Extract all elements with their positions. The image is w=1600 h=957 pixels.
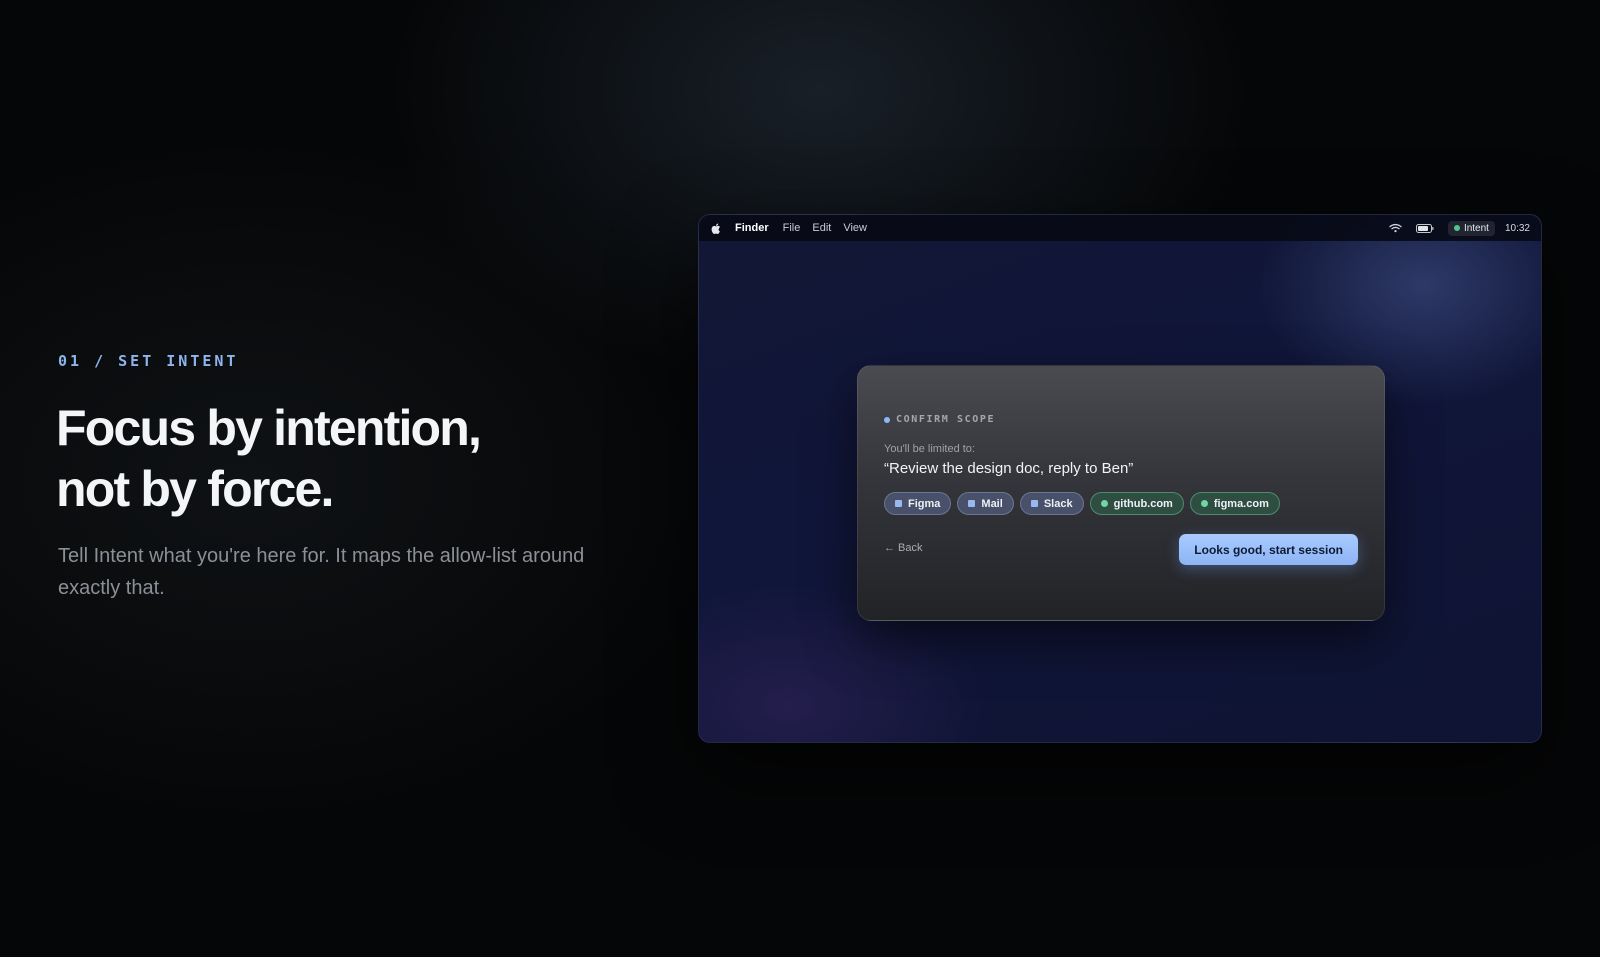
headline-line-2: not by force. xyxy=(56,461,334,517)
wifi-icon[interactable] xyxy=(1389,223,1402,233)
intent-status-label: Intent xyxy=(1463,222,1489,234)
site-dot-icon xyxy=(1200,500,1208,507)
section-eyebrow: 01 / SET INTENT xyxy=(58,352,239,370)
chip-label: Mail xyxy=(981,497,1003,510)
intent-status-pill[interactable]: Intent xyxy=(1447,220,1495,236)
apple-icon[interactable] xyxy=(711,222,721,234)
back-label: Back xyxy=(898,542,923,554)
back-button[interactable]: ← Back xyxy=(884,542,922,554)
scope-chip-github[interactable]: github.com xyxy=(1089,492,1184,515)
chip-label: Figma xyxy=(908,497,941,510)
chip-label: Slack xyxy=(1043,497,1073,510)
intent-quote: “Review the design doc, reply to Ben” xyxy=(884,460,1134,477)
hero-subcopy: Tell Intent what you're here for. It map… xyxy=(58,545,585,599)
menu-bar: Finder File Edit View Intent 10:32 xyxy=(699,215,1541,241)
menu-edit[interactable]: Edit xyxy=(812,222,831,234)
desktop-mockup: Finder File Edit View Intent 10:32 CONFI… xyxy=(698,214,1542,743)
scope-chip-slack[interactable]: Slack xyxy=(1019,492,1084,515)
arrow-left-icon: ← xyxy=(884,542,895,554)
page-headline: Focus by intention, not by force. xyxy=(56,398,482,520)
battery-icon[interactable] xyxy=(1415,223,1434,233)
menu-view[interactable]: View xyxy=(843,222,867,234)
chip-label: figma.com xyxy=(1213,497,1269,510)
scope-chip-list: Figma Mail Slack github.com figma.com xyxy=(884,492,1286,515)
limited-to-label: You'll be limited to: xyxy=(884,443,975,455)
app-square-icon xyxy=(895,500,902,507)
app-square-icon xyxy=(1030,500,1038,507)
menu-app-name[interactable]: Finder xyxy=(735,222,769,234)
menu-file[interactable]: File xyxy=(783,222,801,234)
confirm-scope-dialog: CONFIRM SCOPE You'll be limited to: “Rev… xyxy=(857,365,1385,621)
app-square-icon xyxy=(968,500,976,507)
chip-label: github.com xyxy=(1113,497,1173,510)
dialog-label-text: CONFIRM SCOPE xyxy=(896,414,996,425)
dialog-label: CONFIRM SCOPE xyxy=(884,414,995,425)
headline-line-1: Focus by intention, xyxy=(56,400,482,456)
status-dot xyxy=(1453,225,1460,231)
scope-dot xyxy=(884,416,890,423)
start-session-button[interactable]: Looks good, start session xyxy=(1179,534,1358,565)
scope-chip-mail[interactable]: Mail xyxy=(957,492,1014,515)
scope-chip-figma-site[interactable]: figma.com xyxy=(1189,492,1280,515)
site-dot-icon xyxy=(1100,500,1108,507)
page: 01 / SET INTENT Focus by intention, not … xyxy=(0,0,1600,957)
scope-chip-figma[interactable]: Figma xyxy=(884,492,952,515)
menubar-clock[interactable]: 10:32 xyxy=(1505,223,1530,234)
